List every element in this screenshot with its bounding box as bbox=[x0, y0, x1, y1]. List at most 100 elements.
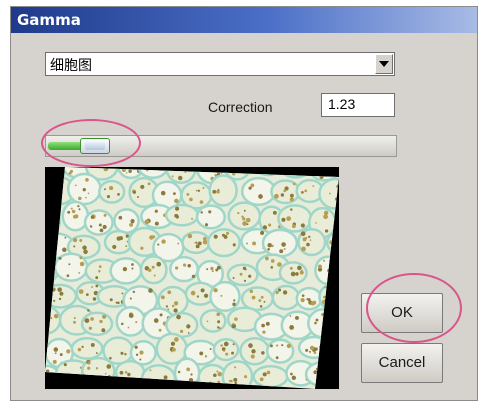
nucleus-dot bbox=[144, 219, 150, 225]
nucleus-dot bbox=[211, 270, 214, 273]
nucleus-dot bbox=[213, 234, 218, 239]
nucleus-dot bbox=[223, 349, 226, 352]
nucleus-dot bbox=[301, 294, 305, 297]
nucleus-dot bbox=[258, 299, 262, 302]
nucleus-dot bbox=[213, 373, 217, 378]
nucleus-dot bbox=[174, 213, 179, 218]
nucleus-dot bbox=[220, 294, 223, 297]
nucleus-dot bbox=[106, 195, 110, 199]
nucleus-dot bbox=[252, 241, 257, 246]
nucleus-dot bbox=[101, 328, 106, 333]
nucleus-dot bbox=[124, 353, 127, 356]
nucleus-dot bbox=[147, 182, 151, 186]
nucleus-dot bbox=[177, 370, 181, 374]
nucleus-dot bbox=[67, 210, 71, 214]
nucleus-dot bbox=[124, 267, 128, 271]
nucleus-dot bbox=[300, 231, 306, 237]
nucleus-dot bbox=[171, 175, 174, 178]
nucleus-dot bbox=[95, 284, 99, 288]
correction-input[interactable]: 1.23 bbox=[321, 93, 395, 117]
nucleus-dot bbox=[250, 354, 255, 359]
nucleus-dot bbox=[53, 347, 59, 352]
nucleus-dot bbox=[233, 299, 236, 302]
nucleus-dot bbox=[243, 279, 247, 282]
nucleus-dot bbox=[323, 214, 328, 220]
nucleus-dot bbox=[270, 259, 275, 263]
nucleus-dot bbox=[275, 356, 279, 360]
nucleus-dot bbox=[242, 217, 246, 221]
nucleus-dot bbox=[263, 300, 266, 303]
nucleus-dot bbox=[300, 223, 305, 228]
dropdown-arrow-button[interactable] bbox=[375, 54, 393, 74]
nucleus-dot bbox=[84, 318, 90, 323]
preview-image bbox=[45, 167, 339, 389]
nucleus-dot bbox=[177, 242, 180, 245]
nucleus-dot bbox=[217, 326, 220, 329]
nucleus-dot bbox=[173, 301, 179, 306]
nucleus-dot bbox=[217, 188, 220, 191]
nucleus-dot bbox=[58, 256, 62, 260]
nucleus-dot bbox=[221, 233, 226, 237]
nucleus-dot bbox=[98, 270, 101, 273]
nucleus-dot bbox=[79, 256, 83, 260]
nucleus-dot bbox=[286, 343, 291, 349]
nucleus-dot bbox=[77, 205, 80, 208]
nucleus-dot bbox=[313, 351, 317, 355]
gamma-slider[interactable] bbox=[45, 135, 397, 157]
nucleus-dot bbox=[139, 358, 142, 361]
nucleus-dot bbox=[189, 197, 193, 202]
nucleus-dot bbox=[154, 209, 158, 213]
nucleus-dot bbox=[157, 243, 160, 246]
nucleus-dot bbox=[125, 172, 128, 174]
nucleus-dot bbox=[85, 196, 87, 199]
preset-dropdown[interactable]: 细胞图 bbox=[45, 52, 395, 76]
nucleus-dot bbox=[191, 274, 196, 278]
nucleus-dot bbox=[69, 169, 74, 173]
nucleus-dot bbox=[104, 372, 107, 375]
nucleus-dot bbox=[127, 372, 131, 377]
nucleus-dot bbox=[283, 248, 286, 251]
nucleus-dot bbox=[130, 219, 135, 224]
nucleus-dot bbox=[81, 345, 84, 349]
nucleus-dot bbox=[172, 347, 176, 352]
nucleus-dot bbox=[195, 189, 198, 192]
nucleus-dot bbox=[314, 321, 317, 325]
nucleus-dot bbox=[136, 196, 139, 198]
nucleus-dot bbox=[232, 243, 236, 247]
nucleus-dot bbox=[232, 302, 236, 307]
nucleus-dot bbox=[259, 377, 264, 382]
nucleus-dot bbox=[225, 231, 230, 235]
title-bar[interactable]: Gamma bbox=[11, 7, 477, 33]
nucleus-dot bbox=[73, 316, 76, 320]
slider-thumb[interactable] bbox=[80, 138, 110, 154]
nucleus-dot bbox=[191, 217, 194, 220]
nucleus-dot bbox=[140, 184, 145, 189]
nucleus-dot bbox=[95, 367, 99, 370]
nucleus-dot bbox=[171, 304, 175, 308]
nucleus-dot bbox=[167, 290, 172, 295]
ok-button[interactable]: OK bbox=[361, 293, 443, 333]
nucleus-dot bbox=[281, 242, 286, 247]
nucleus-dot bbox=[200, 211, 203, 214]
nucleus-dot bbox=[248, 274, 252, 278]
nucleus-dot bbox=[124, 371, 128, 374]
nucleus-dot bbox=[237, 212, 240, 215]
nucleus-dot bbox=[79, 239, 83, 242]
nucleus-dot bbox=[290, 271, 296, 277]
nucleus-dot bbox=[103, 213, 107, 217]
nucleus-dot bbox=[73, 320, 77, 324]
nucleus-dot bbox=[147, 268, 152, 272]
nucleus-dot bbox=[78, 196, 82, 201]
nucleus-dot bbox=[216, 312, 221, 317]
cell bbox=[139, 255, 168, 285]
nucleus-dot bbox=[301, 246, 306, 252]
nucleus-dot bbox=[280, 193, 285, 197]
nucleus-dot bbox=[212, 189, 217, 194]
nucleus-dot bbox=[140, 246, 144, 250]
cancel-button[interactable]: Cancel bbox=[361, 343, 443, 383]
nucleus-dot bbox=[170, 341, 176, 346]
nucleus-dot bbox=[120, 322, 124, 326]
nucleus-dot bbox=[199, 200, 204, 204]
nucleus-dot bbox=[160, 190, 166, 196]
cell bbox=[206, 228, 241, 258]
